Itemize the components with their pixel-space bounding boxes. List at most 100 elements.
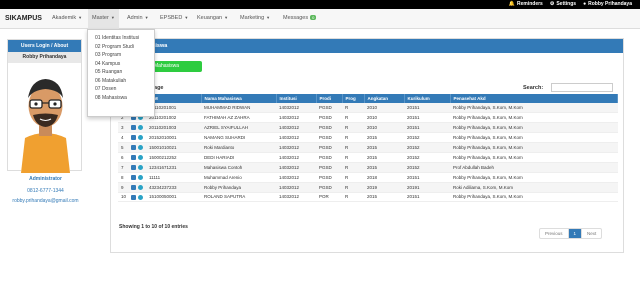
master-mahasiswa-panel: Master Mahasiswa Mahasiswa ecords per pa… [110, 38, 624, 253]
menu-item-program-studi[interactable]: 02 Program Studi [88, 43, 154, 52]
menu-item-dosen[interactable]: 07 Dosen [88, 85, 154, 94]
nav-akademik[interactable]: Akademik ▼ [52, 15, 82, 21]
menu-item-matakuliah[interactable]: 06 Matakuliah [88, 77, 154, 86]
row-actions [128, 152, 146, 163]
table-cell: 20152 [404, 152, 450, 163]
menu-item-program[interactable]: 03 Program [88, 51, 154, 60]
edit-icon[interactable] [138, 125, 143, 131]
table-cell: R [342, 112, 364, 124]
table-cell: 14032012 [276, 103, 316, 114]
table-cell: Robby Prihandaya, S.Kom, M.Kom [450, 112, 618, 124]
col-prog[interactable]: Prog [342, 94, 365, 103]
search-input[interactable] [551, 83, 613, 92]
menu-item-kampus[interactable]: 04 Kampus [88, 60, 154, 69]
table-cell: 11111 [146, 172, 201, 183]
next-page-button[interactable]: Next [582, 229, 601, 238]
caret-down-icon: ▼ [78, 15, 83, 20]
nav-messages[interactable]: Messages 0 [283, 15, 317, 21]
pagination: Previous 1 Next [539, 228, 603, 239]
table-cell: 14032012 [276, 122, 316, 134]
edit-icon[interactable] [138, 194, 143, 200]
table-cell: AZRIEL SYAIFULLAH [201, 122, 276, 134]
table-cell: R [342, 103, 364, 114]
col-prodi[interactable]: Prodi [316, 94, 343, 103]
user-panel: Users Login / About Robby Prihandaya Adm… [7, 39, 82, 204]
settings-link[interactable]: ⚙ Settings [550, 1, 576, 7]
table-row: 4 20152010001 NAMANG SUHARDI 14032012 PGSD R 2… [118, 132, 618, 144]
master-dropdown-menu: 01 Identitas Institusi 02 Program Studi … [87, 29, 155, 117]
nav-admin[interactable]: Admin ▼ [127, 15, 149, 21]
edit-icon[interactable] [138, 155, 143, 161]
table-cell: R [342, 182, 364, 193]
table-cell: 20110201003 [146, 122, 201, 134]
table-cell: 2010 [364, 103, 404, 114]
table-cell: Robby Prihandaya, S.Kom, M.Kom [450, 103, 618, 114]
table-cell: 10 [118, 192, 128, 203]
trash-icon[interactable] [131, 194, 136, 200]
table-cell: 2015 [364, 162, 404, 173]
table-cell: 2015 [364, 132, 404, 144]
col-kurikulum[interactable]: Kurikulum [404, 94, 451, 103]
edit-icon[interactable] [138, 135, 143, 141]
table-cell: Robby Prihandaya [201, 182, 276, 193]
table-cell: 20151 [404, 192, 450, 203]
trash-icon[interactable] [131, 145, 136, 151]
bell-icon: 🔔 [508, 1, 515, 7]
nav-master[interactable]: Master ▼ [88, 9, 119, 29]
previous-page-button[interactable]: Previous [540, 229, 569, 238]
trash-icon[interactable] [131, 125, 136, 131]
table-cell: R [342, 122, 364, 134]
table-cell: MUHAMMAD RIDWAN [201, 103, 276, 114]
table-cell: 20151 [404, 103, 450, 114]
edit-icon[interactable] [138, 184, 143, 190]
table-cell: DEDI HARIADI [201, 152, 276, 163]
table-cell: PGSD [316, 103, 342, 114]
table-cell: R [342, 192, 364, 203]
edit-icon[interactable] [138, 145, 143, 151]
table-cell: 2015 [364, 142, 404, 153]
user-email[interactable]: robby.prihandaya@gmail.com [8, 198, 83, 204]
edit-icon[interactable] [138, 174, 143, 180]
table-cell: 4 [118, 132, 128, 144]
edit-icon[interactable] [138, 164, 143, 170]
table-cell: Robby Prihandaya, S.Kom, M.Kom [450, 192, 618, 203]
user-phone[interactable]: 0812-6777-1344 [8, 188, 83, 194]
nav-marketing[interactable]: Marketing ▼ [240, 15, 270, 21]
table-cell: PGSD [316, 132, 342, 144]
table-cell: 6 [118, 152, 128, 163]
trash-icon[interactable] [131, 184, 136, 190]
menu-item-mahasiswa[interactable]: 08 Mahasiswa [88, 94, 154, 103]
table-cell: 14032012 [276, 112, 316, 124]
table-cell: 15000212252 [146, 152, 201, 163]
table-cell: 2019 [364, 182, 404, 193]
top-bar: 🔔 Reminders ⚙ Settings ● Robby Prihandaya [0, 0, 640, 9]
menu-item-identitas-institusi[interactable]: 01 Identitas Institusi [88, 34, 154, 43]
col-angkatan[interactable]: Angkatan [364, 94, 405, 103]
trash-icon[interactable] [131, 174, 136, 180]
col-nama[interactable]: Nama Mahasiswa [201, 94, 277, 103]
nav-epsbed[interactable]: EPSBED ▼ [160, 15, 188, 21]
table-cell: NAMANG SUHARDI [201, 132, 276, 144]
caret-down-icon: ▼ [224, 15, 229, 20]
trash-icon[interactable] [131, 155, 136, 161]
table-cell: 2010 [364, 122, 404, 134]
table-cell: 14032012 [276, 192, 316, 203]
reminders-link[interactable]: 🔔 Reminders [509, 1, 543, 7]
user-role: Administrator [29, 176, 62, 182]
table-row: 7 12341671231 Mahasiswa Contoh 14032012 PGSD… [118, 162, 618, 173]
col-penasehat[interactable]: Penasehat Akd [450, 94, 618, 103]
table-cell: PGSD [316, 182, 342, 193]
trash-icon[interactable] [131, 164, 136, 170]
page-1-button[interactable]: 1 [568, 229, 583, 238]
user-menu[interactable]: ● Robby Prihandaya [583, 1, 632, 7]
table-cell: R [342, 132, 364, 144]
caret-down-icon: ▼ [266, 15, 271, 20]
trash-icon[interactable] [131, 135, 136, 141]
menu-item-ruangan[interactable]: 05 Ruangan [88, 68, 154, 77]
col-institusi[interactable]: Institusi [276, 94, 317, 103]
table-cell: R [342, 172, 364, 183]
nav-keuangan[interactable]: Keuangan ▼ [197, 15, 228, 21]
row-actions [128, 142, 146, 153]
table-cell: Prof Abdullah Badeh [450, 162, 618, 173]
brand-logo[interactable]: SIKAMPUS [5, 15, 42, 22]
